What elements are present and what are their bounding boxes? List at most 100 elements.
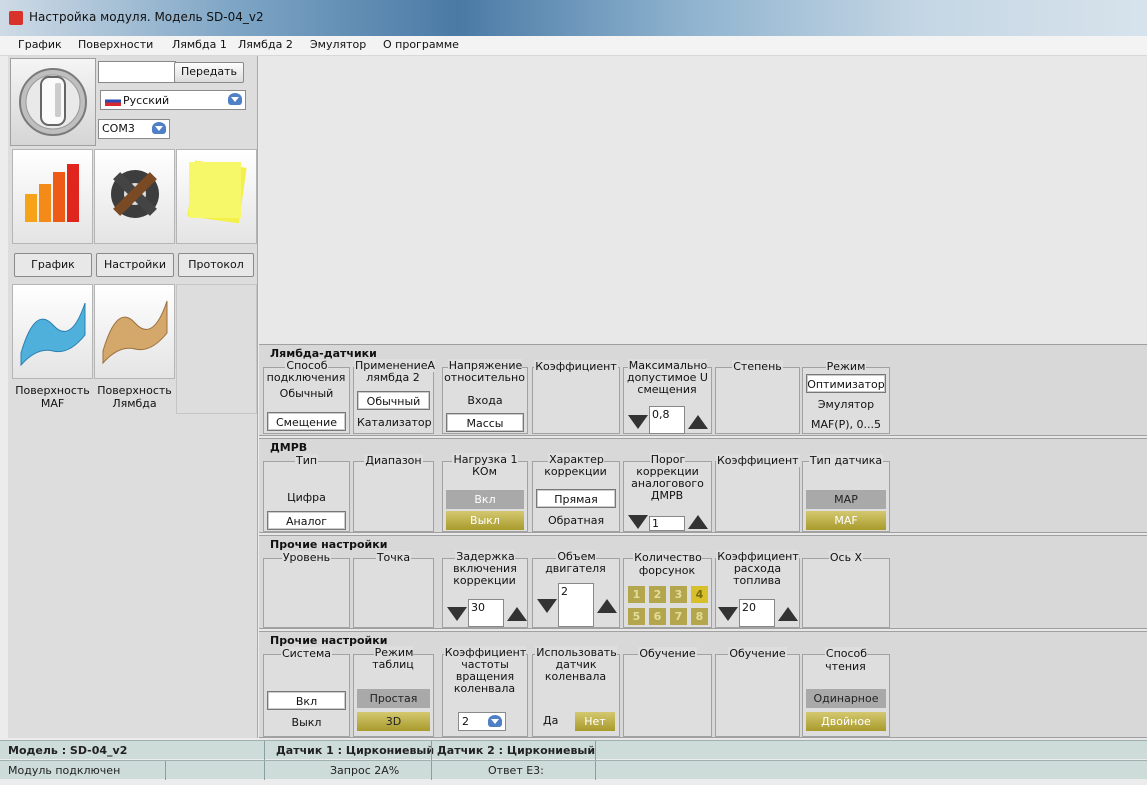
increase-icon[interactable]	[688, 415, 708, 429]
group-label: Количество форсунок	[633, 551, 702, 577]
ground-option[interactable]: Массы	[446, 413, 524, 432]
no-option[interactable]: Нет	[575, 712, 615, 731]
window-title: Настройка модуля. Модель SD-04_v2	[29, 10, 264, 24]
group-label: Способ подключения	[266, 359, 347, 384]
injector-5[interactable]: 5	[628, 608, 645, 625]
reverse-option[interactable]: Обратная	[536, 511, 616, 530]
group-label: Объем двигателя	[545, 550, 607, 575]
double-option[interactable]: Двойное	[806, 712, 886, 731]
group-label: Коэффициент	[716, 454, 800, 467]
off-option[interactable]: Выкл	[267, 713, 346, 732]
group-label: Режим	[825, 360, 867, 373]
catalyst-option[interactable]: Катализатор	[357, 413, 432, 432]
status-divider	[595, 761, 596, 780]
chevron-down-icon	[488, 715, 502, 727]
section-title: ДМРВ	[270, 441, 308, 454]
decrease-icon[interactable]	[718, 607, 738, 621]
emulator-option[interactable]: Эмулятор	[806, 395, 886, 414]
protocol-button[interactable]: Протокол	[178, 253, 254, 277]
normal-option[interactable]: Обычный	[357, 391, 430, 410]
menu-surfaces[interactable]: Поверхности	[78, 38, 153, 51]
surface-lambda-label[interactable]: Поверхность Лямбда	[94, 384, 175, 410]
surface-maf-tile[interactable]	[12, 284, 93, 379]
on-option[interactable]: Вкл	[267, 691, 346, 710]
threshold-value[interactable]: 1	[649, 516, 685, 531]
decrease-icon[interactable]	[628, 415, 648, 429]
map-option[interactable]: MAP	[806, 490, 886, 509]
crank-ratio-select[interactable]: 2	[458, 712, 506, 731]
injector-3[interactable]: 3	[670, 586, 687, 603]
connection-toggle[interactable]	[10, 58, 96, 146]
optimizer-option[interactable]: Оптимизатор	[806, 374, 886, 393]
maf-option[interactable]: MAF	[806, 511, 886, 530]
level-group: Уровень	[263, 551, 350, 628]
connection-status: Модуль подключен	[8, 764, 121, 777]
decrease-icon[interactable]	[628, 515, 648, 529]
engine-volume-value[interactable]: 2	[558, 583, 594, 627]
app-icon	[9, 11, 23, 25]
group-label: Уровень	[281, 551, 332, 564]
3d-option[interactable]: 3D	[357, 712, 430, 731]
port-select[interactable]: COM3	[98, 119, 170, 139]
surface-lambda-tile[interactable]	[94, 284, 175, 379]
dmrv-coefficient-group: Коэффициент	[715, 454, 800, 532]
settings-tile[interactable]	[94, 149, 175, 244]
language-select[interactable]: Русский	[100, 90, 246, 110]
menu-emulator[interactable]: Эмулятор	[310, 38, 366, 51]
menu-graph[interactable]: График	[18, 38, 62, 51]
menu-lambda1[interactable]: Лямбда 1	[172, 38, 227, 51]
crank-ratio-value: 2	[462, 715, 469, 728]
direct-option[interactable]: Прямая	[536, 489, 616, 508]
injector-4[interactable]: 4	[691, 586, 708, 603]
single-option[interactable]: Одинарное	[806, 689, 886, 708]
send-value-input[interactable]	[98, 61, 176, 83]
decrease-icon[interactable]	[447, 607, 467, 621]
group-label: Задержка включения коррекции	[453, 550, 517, 587]
group-label: Степень	[732, 360, 783, 373]
simple-option[interactable]: Простая	[357, 689, 430, 708]
menu-bar: График Поверхности Лямбда 1 Лямбда 2 Эму…	[0, 36, 1147, 56]
injector-2[interactable]: 2	[649, 586, 666, 603]
digital-option[interactable]: Цифра	[267, 488, 346, 507]
increase-icon[interactable]	[507, 607, 527, 621]
normal-option[interactable]: Обычный	[267, 384, 346, 403]
threshold-group: Порог коррекции аналогового ДМРВ 1	[623, 453, 712, 532]
off-option[interactable]: Выкл	[446, 511, 524, 530]
bar-chart-icon	[25, 164, 79, 222]
group-label: Порог коррекции аналогового ДМРВ	[631, 453, 704, 502]
injector-8[interactable]: 8	[691, 608, 708, 625]
surface-maf-label[interactable]: Поверхность MAF	[12, 384, 93, 410]
yes-option[interactable]: Да	[543, 714, 558, 727]
model-status: Модель : SD-04_v2	[8, 744, 128, 757]
max-offset-value[interactable]: 0,8	[649, 406, 685, 434]
status-divider	[431, 761, 432, 780]
settings-button[interactable]: Настройки	[96, 253, 174, 277]
increase-icon[interactable]	[688, 515, 708, 529]
protocol-tile[interactable]	[176, 149, 257, 244]
menu-lambda2[interactable]: Лямбда 2	[238, 38, 293, 51]
menu-about[interactable]: О программе	[383, 38, 459, 51]
send-button[interactable]: Передать	[174, 62, 244, 83]
on-option[interactable]: Вкл	[446, 490, 524, 509]
load-group: Нагрузка 1 КОм Вкл Выкл	[442, 453, 528, 532]
fuel-coefficient-value[interactable]: 20	[739, 599, 775, 627]
status-divider	[595, 741, 596, 760]
sticky-note-icon	[187, 160, 247, 224]
connection-mode-group: Способ подключения Обычный Смещение	[263, 359, 350, 434]
increase-icon[interactable]	[597, 599, 617, 613]
increase-icon[interactable]	[778, 607, 798, 621]
russia-flag-icon	[105, 96, 121, 106]
offset-option[interactable]: Смещение	[267, 412, 346, 431]
sensor1-status: Датчик 1 : Циркониевый	[276, 744, 435, 757]
injector-6[interactable]: 6	[649, 608, 666, 625]
axis-x-group: Ось X	[802, 551, 890, 628]
delay-value[interactable]: 30	[468, 599, 504, 627]
input-option[interactable]: Входа	[446, 391, 524, 410]
decrease-icon[interactable]	[537, 599, 557, 613]
maf-p-option[interactable]: MAF(P), 0...5 B	[806, 415, 886, 450]
graph-button[interactable]: График	[14, 253, 92, 277]
injector-7[interactable]: 7	[670, 608, 687, 625]
graph-tile[interactable]	[12, 149, 93, 244]
injector-1[interactable]: 1	[628, 586, 645, 603]
analog-option[interactable]: Аналог	[267, 511, 346, 530]
